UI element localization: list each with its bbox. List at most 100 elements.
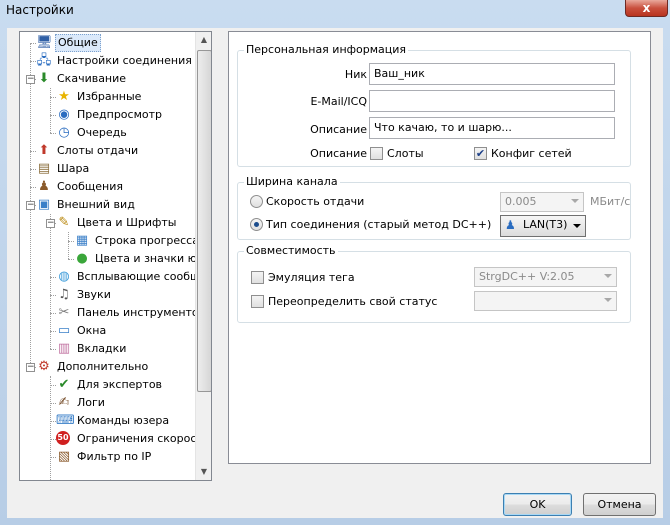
nick-input[interactable]: Ваш_ник: [369, 63, 615, 85]
connection-type-combo[interactable]: ♟ LAN(T3): [500, 215, 586, 237]
tree-item[interactable]: ▧ Фильтр по IP: [56, 448, 195, 466]
tree-item[interactable]: ✍ Логи: [56, 394, 195, 412]
tree-item[interactable]: ▤ Шара: [36, 160, 195, 178]
logs-icon: ✍: [58, 395, 70, 410]
tree-collapse-icon[interactable]: −: [26, 75, 35, 84]
override-status-label: Переопределить свой статус: [268, 295, 438, 308]
tree-item-label: Цвета и Шрифты: [77, 216, 177, 229]
tree-item[interactable]: 50 Ограничения скорости: [56, 430, 195, 448]
tree-collapse-icon[interactable]: −: [26, 363, 35, 372]
tree-item[interactable]: ⬆ Слоты отдачи: [36, 142, 195, 160]
bandwidth-group: Ширина канала Скорость отдачи 0.005 МБит…: [237, 175, 631, 240]
tree-item[interactable]: ⌨ Команды юзера: [56, 412, 195, 430]
speed-unit-label: МБит/с: [590, 195, 631, 208]
nick-label: Ник: [344, 68, 367, 81]
toolbar-icon: ✂: [58, 305, 70, 320]
tree-content: 🖥 Общие 🖧 Настройки соединения − ⬇ Скачивание ★…: [20, 32, 195, 480]
tree-collapse-icon[interactable]: −: [26, 201, 35, 210]
override-status-combo[interactable]: [474, 291, 617, 311]
windows-icon: ▭: [57, 323, 71, 338]
tree-connector-line: [68, 232, 69, 259]
tree-item[interactable]: ✂ Панель инструментов: [56, 304, 195, 322]
tree-item-label: Панель инструментов: [77, 306, 195, 319]
tree-item-label: Вкладки: [77, 342, 127, 355]
sound-icon: ♫: [58, 287, 70, 302]
tree-item[interactable]: ♟ Сообщения: [36, 178, 195, 196]
advanced-icon: ⚙: [38, 359, 50, 374]
description-input[interactable]: Что качаю, то и шарю...: [369, 117, 615, 139]
tree-item-label: Всплывающие сообщения: [77, 270, 195, 283]
cancel-button[interactable]: Отмена: [583, 493, 656, 516]
upload-speed-label: Скорость отдачи: [266, 195, 365, 208]
compatibility-legend: Совместимость: [244, 244, 338, 257]
tree-item[interactable]: ▭ Окна: [56, 322, 195, 340]
personal-info-legend: Персональная информация: [244, 43, 409, 56]
tree-item[interactable]: ★ Избранные: [56, 88, 195, 106]
tree-item[interactable]: ▦ Строка прогресса: [74, 232, 195, 250]
connection-type-label: Тип соединения (старый метод DC++): [266, 218, 492, 231]
tree-collapse-icon[interactable]: −: [46, 219, 55, 228]
popup-icon: ◍: [58, 269, 70, 284]
tree-item[interactable]: 🖥 Общие: [36, 34, 195, 52]
close-icon: x: [642, 1, 651, 15]
tree-item[interactable]: ▥ Вкладки: [56, 340, 195, 358]
scroll-up-icon[interactable]: ▲: [196, 32, 211, 48]
tree-item[interactable]: ◍ Всплывающие сообщения: [56, 268, 195, 286]
tree-item[interactable]: ▣ Внешний вид: [36, 196, 195, 214]
personal-info-group: Персональная информация Ник Ваш_ник E-Ma…: [237, 43, 631, 167]
override-status-checkbox[interactable]: [251, 295, 264, 308]
tree-item[interactable]: 🖧 Настройки соединения: [36, 52, 195, 70]
tree-connector-line: [50, 376, 51, 480]
email-label: E-Mail/ICQ: [310, 95, 367, 108]
speed-limit-icon: 50: [56, 431, 70, 445]
user-commands-icon: ⌨: [56, 413, 75, 428]
tree-item[interactable]: ♫ Звуки: [56, 286, 195, 304]
tree-item[interactable]: ◉ Предпросмотр: [56, 106, 195, 124]
emulate-tag-checkbox[interactable]: [251, 271, 264, 284]
star-icon: ★: [58, 89, 70, 104]
tree-item-label: Логи: [77, 396, 105, 409]
share-icon: ▤: [37, 161, 51, 176]
download-icon: ⬇: [38, 71, 50, 86]
tree-item-label: Слоты отдачи: [57, 144, 139, 157]
scroll-thumb[interactable]: [197, 50, 211, 392]
upload-speed-radio[interactable]: [250, 195, 263, 208]
chevron-down-icon: [604, 274, 612, 278]
messages-icon: ♟: [38, 179, 50, 194]
tree-item-label: Шара: [57, 162, 90, 175]
tree-item-label: Дополнительно: [57, 360, 149, 373]
tree-item[interactable]: ◷ Очередь: [56, 124, 195, 142]
tree-connector-line: [50, 88, 51, 133]
compatibility-group: Совместимость Эмуляция тега StrgDC++ V:2…: [237, 244, 631, 323]
tree-item[interactable]: ✎ Цвета и Шрифты: [56, 214, 195, 232]
upload-speed-combo[interactable]: 0.005: [500, 192, 584, 212]
tree-item-label: Для экспертов: [77, 378, 163, 391]
tree-item-label: Ограничения скорости: [77, 432, 195, 445]
ok-button[interactable]: OK: [503, 493, 572, 516]
description-options-label: Описание: [310, 147, 367, 160]
description-label: Описание: [310, 123, 367, 136]
connection-type-radio[interactable]: [250, 218, 263, 231]
tree-item-label: Предпросмотр: [77, 108, 162, 121]
tree-item-label: Внешний вид: [57, 198, 135, 211]
slots-checkbox[interactable]: [370, 147, 383, 160]
scroll-down-icon[interactable]: ▼: [196, 464, 211, 480]
tree-item[interactable]: ✔ Для экспертов: [56, 376, 195, 394]
close-button[interactable]: x: [625, 0, 668, 17]
tree-scrollbar[interactable]: ▲ ▼: [195, 32, 211, 480]
settings-page: Персональная информация Ник Ваш_ник E-Ma…: [228, 31, 651, 464]
network-config-checkbox[interactable]: ✔: [474, 147, 487, 160]
users-icon: ♟: [505, 218, 516, 232]
tree-item-label: Очередь: [77, 126, 127, 139]
settings-tree[interactable]: 🖥 Общие 🖧 Настройки соединения − ⬇ Скачивание ★…: [19, 31, 212, 481]
title-bar: Настройки x: [0, 0, 670, 20]
emulate-tag-combo[interactable]: StrgDC++ V:2.05: [474, 267, 617, 287]
settings-window: Настройки x 🖥 Общие 🖧 Настройки соединения −…: [0, 0, 670, 525]
chevron-down-icon: [604, 298, 612, 302]
tree-item[interactable]: ● Цвета и значки юзеров: [74, 250, 195, 268]
tree-item[interactable]: ⬇ Скачивание: [36, 70, 195, 88]
ip-filter-icon: ▧: [57, 449, 71, 464]
email-input[interactable]: [369, 90, 615, 112]
upload-speed-value: 0.005: [505, 195, 537, 208]
tree-item[interactable]: ⚙ Дополнительно: [36, 358, 195, 376]
